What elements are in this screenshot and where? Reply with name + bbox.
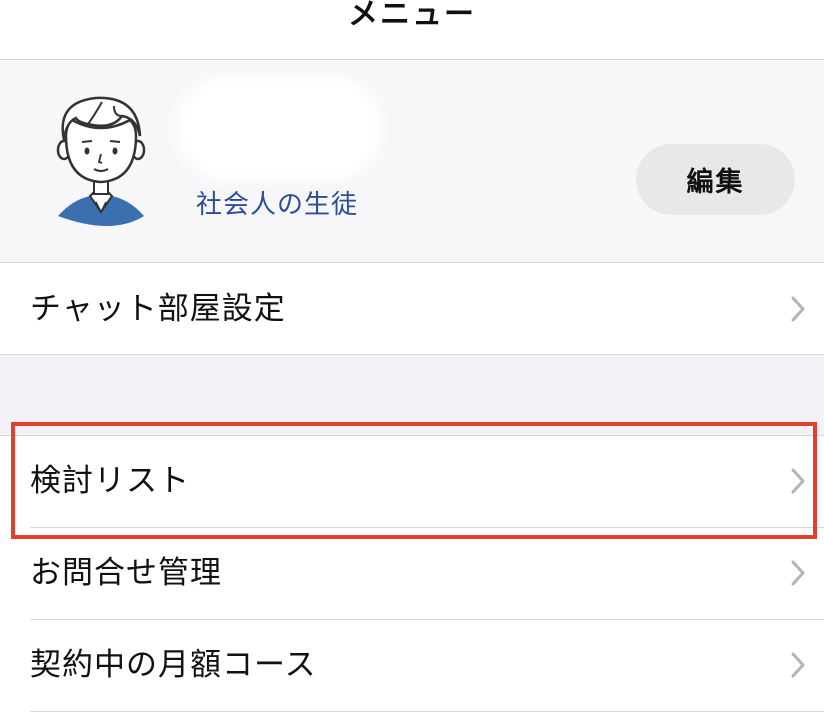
edit-profile-button[interactable]: 編集 (636, 144, 795, 215)
user-role: 社会人の生徒 (196, 190, 359, 220)
menu-item-monthly-course[interactable]: 契約中の月額コース (0, 620, 824, 710)
chevron-right-icon (791, 560, 805, 586)
menu-item-consideration-list[interactable]: 検討リスト (0, 436, 824, 526)
menu-screen: メニュー 社会人の生徒 編集 チャット部屋設定 検討リスト お問合せ管理 契約中… (0, 0, 824, 726)
chevron-right-icon (791, 468, 805, 494)
chevron-right-icon (791, 652, 805, 678)
menu-item-label: チャット部屋設定 (30, 291, 286, 327)
page-title: メニュー (348, 0, 476, 32)
navigation-bar: メニュー (0, 0, 824, 60)
menu-item-label: 検討リスト (30, 463, 190, 499)
menu-item-chat-settings[interactable]: チャット部屋設定 (0, 264, 824, 354)
menu-item-inquiry-management[interactable]: お問合せ管理 (0, 528, 824, 618)
chevron-right-icon (791, 296, 805, 322)
menu-item-label: お問合せ管理 (30, 555, 222, 591)
profile-card: 社会人の生徒 編集 (0, 60, 824, 263)
section-spacer (0, 355, 824, 435)
divider (30, 711, 824, 712)
menu-item-label: 契約中の月額コース (30, 647, 317, 683)
student-avatar-icon (56, 96, 146, 226)
user-name-redacted (186, 86, 372, 170)
